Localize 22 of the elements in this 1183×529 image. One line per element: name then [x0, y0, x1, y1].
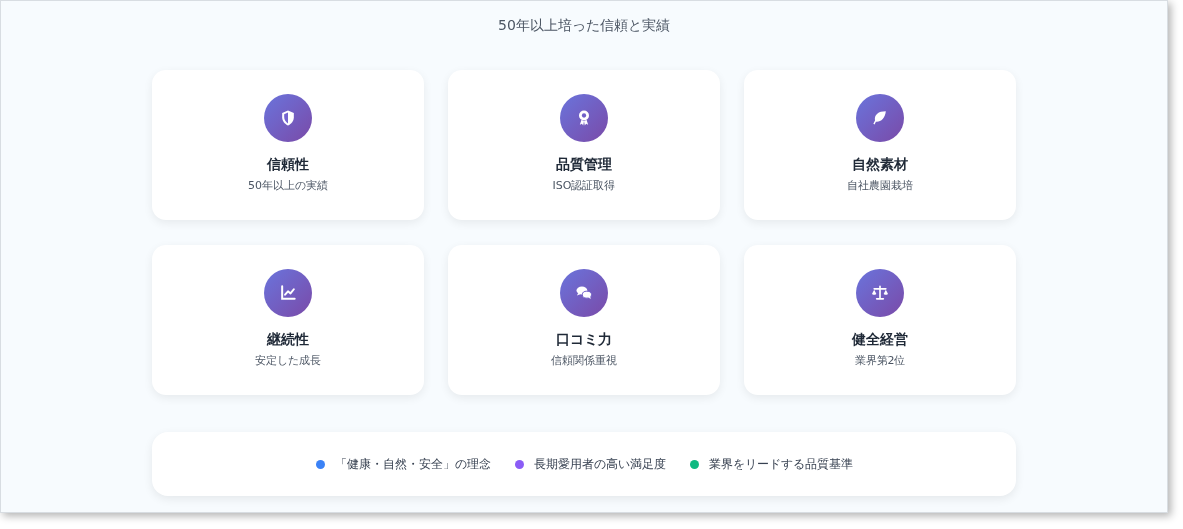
card-subtitle: ISO認証取得	[552, 179, 616, 193]
line-chart-icon	[264, 269, 312, 317]
rosette-icon	[560, 94, 608, 142]
legend-label: 業界をリードする品質基準	[708, 455, 853, 473]
shield-icon	[264, 94, 312, 142]
legend-label: 「健康・自然・安全」の理念	[334, 455, 491, 473]
card-subtitle: 安定した成長	[255, 354, 321, 368]
section-title: 50年以上培った信頼と実績	[498, 16, 670, 35]
card-subtitle: 自社農園栽培	[847, 179, 913, 193]
legend-label: 長期愛用者の高い満足度	[533, 455, 666, 473]
card-title: 品質管理	[556, 155, 612, 174]
card-subtitle: 信頼関係重視	[551, 354, 617, 368]
card-title: 健全経営	[852, 330, 908, 349]
leaf-icon	[856, 94, 904, 142]
chat-bubbles-icon	[560, 269, 608, 317]
balance-scale-icon	[856, 269, 904, 317]
card-title: 継続性	[267, 330, 309, 349]
card-subtitle: 業界第2位	[854, 354, 906, 368]
card-subtitle: 50年以上の実績	[248, 179, 328, 193]
card-title: 口コミ力	[556, 330, 612, 349]
card-title: 信頼性	[267, 155, 309, 174]
card-title: 自然素材	[852, 155, 908, 174]
